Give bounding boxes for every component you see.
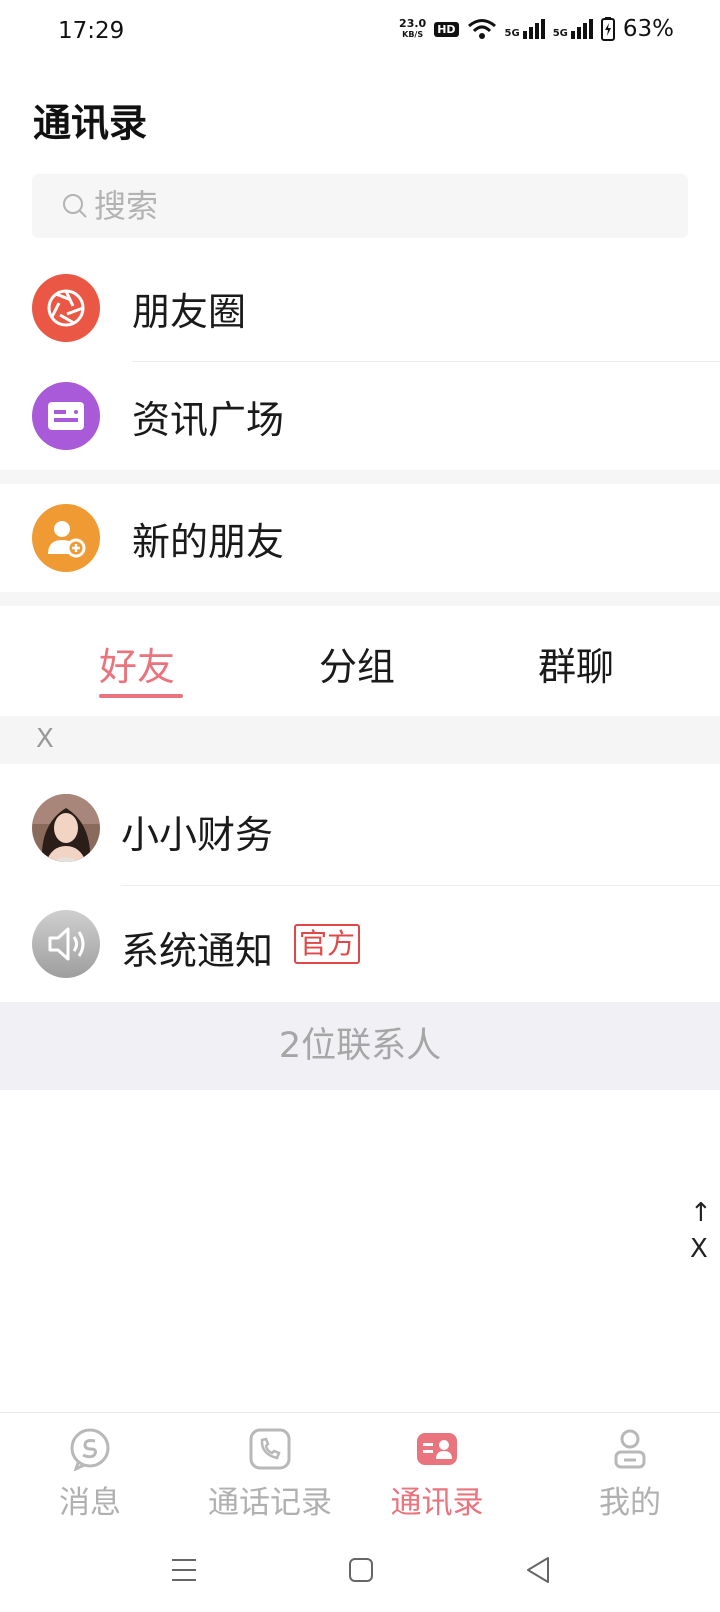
phone-icon	[249, 1428, 291, 1470]
search-input[interactable]	[94, 187, 654, 225]
search-bar[interactable]	[32, 174, 688, 238]
battery-level: 63%	[622, 16, 674, 42]
nav-label: 我的	[599, 1485, 661, 1521]
search-icon	[63, 194, 87, 218]
section-gap	[0, 470, 720, 484]
status-icons: 23.0 KB/S HD 5G 5G 63%	[399, 16, 674, 42]
active-tab-indicator	[99, 694, 183, 698]
official-badge: 官方	[294, 924, 361, 964]
entry-label: 新的朋友	[132, 519, 285, 564]
entry-moments[interactable]: 朋友圈	[0, 254, 720, 362]
contact-row[interactable]: 系统通知 官方	[0, 886, 720, 1002]
nav-contacts[interactable]: 通讯录	[362, 1427, 512, 1527]
system-navigation-bar	[0, 1530, 720, 1612]
news-card-icon	[32, 382, 100, 450]
user-photo-avatar	[32, 794, 100, 862]
status-time: 17:29	[58, 18, 125, 44]
network-speed: 23.0 KB/S	[399, 17, 427, 39]
index-letter-x[interactable]: X	[690, 1234, 708, 1264]
nav-profile[interactable]: 我的	[555, 1427, 705, 1527]
contact-name: 小小财务	[121, 813, 274, 857]
contacts-tabs: 好友 分组 群聊	[0, 606, 720, 716]
nav-messages[interactable]: 消息	[15, 1427, 165, 1527]
contacts-icon	[417, 1433, 457, 1465]
add-friend-icon	[32, 504, 100, 572]
entry-news-square[interactable]: 资讯广场	[0, 362, 720, 470]
battery-charging-icon	[600, 17, 615, 41]
entry-new-friends[interactable]: 新的朋友	[0, 484, 720, 592]
signal-5g-2: 5G	[553, 19, 593, 39]
tab-group-chats[interactable]: 群聊	[538, 636, 614, 691]
home-icon[interactable]	[341, 1550, 381, 1590]
section-gap	[0, 592, 720, 606]
signal-bars-icon	[570, 19, 593, 39]
speaker-icon	[32, 910, 100, 978]
nav-call-history[interactable]: 通话记录	[195, 1427, 345, 1527]
nav-label: 通话记录	[208, 1485, 332, 1521]
back-icon[interactable]	[518, 1550, 558, 1590]
bottom-nav: 消息 通话记录 通讯录 我的	[0, 1412, 720, 1530]
contact-name: 系统通知	[121, 929, 274, 973]
entry-label: 朋友圈	[132, 289, 247, 334]
entry-label: 资讯广场	[132, 397, 285, 442]
nav-label: 消息	[59, 1485, 121, 1521]
tab-groups[interactable]: 分组	[319, 636, 395, 691]
contact-count: 2位联系人	[0, 1002, 720, 1090]
index-scroll-top[interactable]: ↑	[690, 1198, 712, 1228]
wifi-icon	[467, 19, 496, 39]
message-icon	[70, 1428, 110, 1471]
menu-icon[interactable]	[164, 1550, 204, 1590]
signal-bars-icon	[522, 19, 545, 39]
camera-aperture-icon	[32, 274, 100, 342]
section-letter: X	[36, 724, 54, 754]
nav-label: 通讯录	[390, 1485, 484, 1521]
signal-5g-1: 5G	[505, 19, 545, 39]
tab-friends[interactable]: 好友	[99, 636, 175, 691]
page-title: 通讯录	[33, 101, 148, 145]
status-bar: 17:29 23.0 KB/S HD 5G 5G 63%	[0, 0, 720, 66]
hd-icon: HD	[434, 21, 459, 37]
section-header: X	[0, 716, 720, 764]
profile-icon	[614, 1429, 646, 1469]
contact-row[interactable]: 小小财务	[0, 770, 720, 886]
